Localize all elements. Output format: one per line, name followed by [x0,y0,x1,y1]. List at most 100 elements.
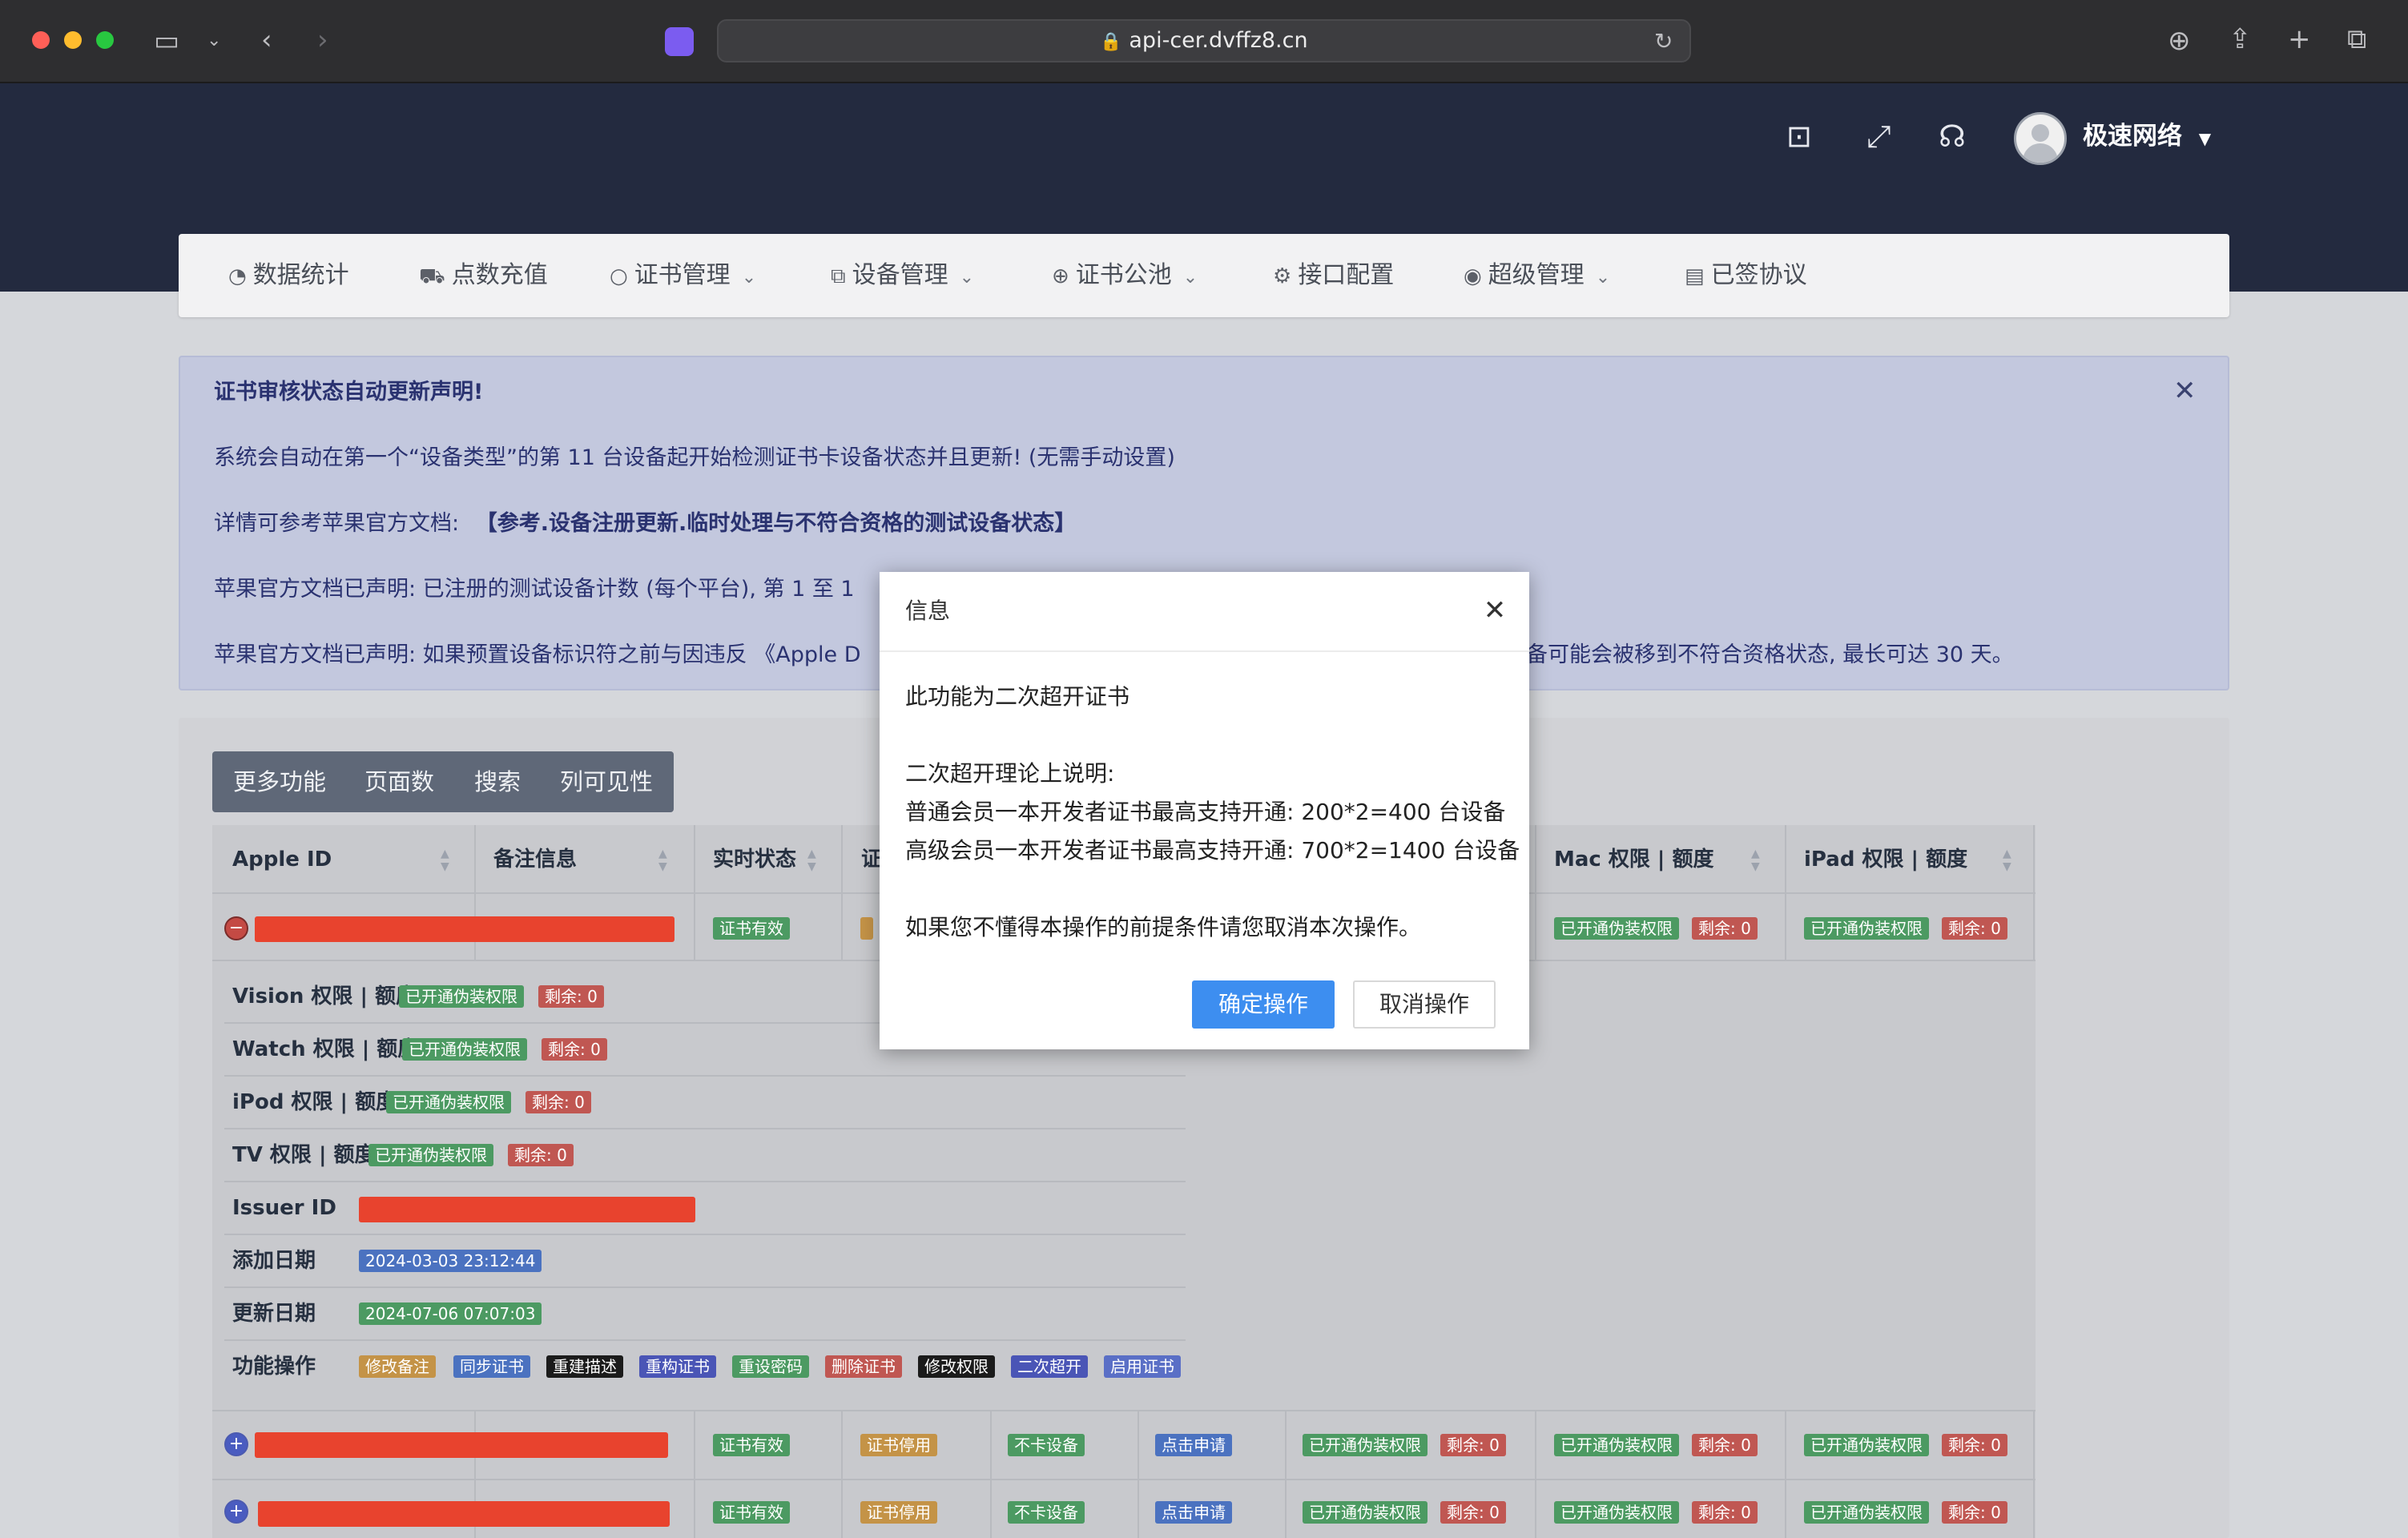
divider [2033,1411,2035,1538]
apply-button[interactable]: 点击申请 [1155,1434,1232,1456]
chevron-down-icon: ⌄ [959,268,975,288]
close-window-button[interactable] [32,31,50,49]
col-header-status[interactable]: 实时状态 [713,825,796,894]
col-header-apple-id[interactable]: Apple ID [232,825,332,894]
notice-doc-link[interactable]: 【参考.设备注册更新.临时处理与不符合资格的测试设备状态】 [476,511,1077,536]
nav-item-cert-manage[interactable]: ○ 证书管理 ⌄ [610,234,756,317]
nav-label: 设备管理 [852,261,948,289]
apply-button[interactable]: 点击申请 [1155,1501,1232,1524]
reset-password-button[interactable]: 重设密码 [732,1355,809,1378]
divider [224,1339,1186,1341]
collapse-row-button[interactable]: − [224,916,248,940]
back-icon[interactable]: ‹ [261,24,272,56]
perm-badge: 已开通伪装权限 [1804,1434,1929,1456]
avatar[interactable] [2014,112,2067,165]
col-header-mac[interactable]: Mac 权限 | 额度 [1554,825,1713,894]
detail-added-label: 添加日期 [232,1249,316,1273]
share-icon[interactable]: ⇪ [2229,23,2252,55]
new-tab-icon[interactable]: + [2288,23,2311,55]
cart-icon: ⛟ [419,264,445,288]
status-badge: 证书停用 [860,1434,937,1456]
device-badge: 不卡设备 [1008,1434,1085,1456]
second-overopen-button[interactable]: 二次超开 [1011,1355,1088,1378]
archive-icon[interactable]: ⊡ [1786,119,1812,154]
extension-icon[interactable] [665,27,694,56]
dialog-text: 此功能为二次超开证书 [905,683,1130,710]
perm-badge: 已开通伪装权限 [1303,1434,1427,1456]
status-badge: 证书停用 [860,1501,937,1524]
perm-badge: 已开通伪装权限 [1804,917,1929,940]
dialog-text: 高级会员一本开发者证书最高支持开通: 700*2=1400 台设备 [905,837,1520,864]
forward-icon[interactable]: › [317,24,328,56]
url-text: 🔒 api-cer.dvffz8.cn [719,21,1689,62]
col-header-ipad[interactable]: iPad 权限 | 额度 [1804,825,1967,894]
search-button[interactable]: 搜索 [474,751,521,812]
minimize-window-button[interactable] [64,31,82,49]
sort-icon[interactable]: ▲ ▼ [807,848,816,873]
copy-icon: ⧉ [831,264,846,288]
device-badge: 不卡设备 [1008,1501,1085,1524]
sort-icon[interactable]: ▲ ▼ [441,848,449,873]
notice-line: 苹果官方文档已声明: 如果预置设备标识符之前与因违反 《Apple D [214,642,861,667]
browser-toolbar: ▭ ⌄ ‹ › 🔒 api-cer.dvffz8.cn ↻ ⊕ ⇪ + ⧉ [0,0,2408,83]
rebuild-profile-button[interactable]: 重建描述 [546,1355,623,1378]
divider [224,1286,1186,1288]
sort-icon[interactable]: ▲ ▼ [658,848,667,873]
nav-item-super-admin[interactable]: ◉ 超级管理 ⌄ [1464,234,1610,317]
fullscreen-icon[interactable]: ⤢ [1866,119,1891,154]
nav-item-device-manage[interactable]: ⧉ 设备管理 ⌄ [831,234,974,317]
divider [224,1181,1186,1182]
confirm-button[interactable]: 确定操作 [1192,980,1335,1029]
reload-icon[interactable]: ↻ [1654,26,1673,58]
reconstruct-cert-button[interactable]: 重构证书 [639,1355,716,1378]
cancel-button[interactable]: 取消操作 [1353,980,1496,1029]
chevron-down-icon: ⌄ [1182,268,1198,288]
detail-tv-label: TV 权限 | 额度 [232,1143,376,1167]
edit-permission-button[interactable]: 修改权限 [918,1355,995,1378]
nav-item-stats[interactable]: ◔ 数据统计 [228,234,349,317]
more-functions-button[interactable]: 更多功能 [233,751,326,812]
download-icon[interactable]: ⊕ [2168,25,2191,57]
close-icon[interactable]: ✕ [1479,594,1511,626]
enable-cert-button[interactable]: 启用证书 [1104,1355,1181,1378]
clock-icon: ◔ [228,264,247,288]
divider [990,1411,992,1538]
delete-cert-button[interactable]: 删除证书 [825,1355,902,1378]
dialog-text: 二次超开理论上说明: [905,760,1115,787]
nav-item-recharge[interactable]: ⛟ 点数充值 [419,234,548,317]
headset-icon[interactable]: ☊ [1939,119,1966,154]
notice-line: 详情可参考苹果官方文档: 【参考.设备注册更新.临时处理与不符合资格的测试设备状… [214,508,1076,540]
nav-item-api-config[interactable]: ⚙ 接口配置 [1273,234,1394,317]
quota-badge: 剩余: 0 [1942,1434,2007,1456]
detail-actions-label: 功能操作 [232,1355,316,1379]
close-icon[interactable]: ✕ [2173,375,2197,407]
perm-badge: 已开通伪装权限 [368,1144,493,1166]
zoom-window-button[interactable] [96,31,114,49]
address-bar[interactable]: 🔒 api-cer.dvffz8.cn ↻ [717,19,1691,62]
sort-icon[interactable]: ▲ ▼ [1751,848,1760,873]
col-header-note[interactable]: 备注信息 [493,825,577,894]
sidebar-toggle-icon[interactable]: ▭ [154,25,179,57]
sort-icon[interactable]: ▲ ▼ [2003,848,2011,873]
nav-item-cert-pool[interactable]: ⊕ 证书公池 ⌄ [1052,234,1198,317]
notice-line: 系统会自动在第一个“设备类型”的第 11 台设备起开始检测证书卡设备状态并且更新… [214,445,1175,470]
page-size-button[interactable]: 页面数 [364,751,434,812]
perm-badge: 已开通伪装权限 [1554,1434,1679,1456]
chevron-down-icon[interactable]: ⌄ [207,25,221,57]
divider [841,825,843,961]
sync-cert-button[interactable]: 同步证书 [453,1355,530,1378]
divider [841,1411,843,1538]
expand-row-button[interactable]: + [224,1432,248,1456]
nav-item-agreements[interactable]: ▤ 已签协议 [1685,234,1807,317]
tab-overview-icon[interactable]: ⧉ [2347,23,2366,55]
user-menu[interactable]: 极速网络 ▼ [2083,119,2211,156]
expand-row-button[interactable]: + [224,1500,248,1524]
notice-title: 证书审核状态自动更新声明! [214,380,484,405]
perm-badge: 已开通伪装权限 [1554,1501,1679,1524]
column-visibility-button[interactable]: 列可见性 [560,751,653,812]
quota-badge: 剩余: 0 [538,985,604,1008]
edit-note-button[interactable]: 修改备注 [359,1355,436,1378]
divider [1785,825,1786,961]
status-badge [860,917,873,940]
notice-line: 备可能会被移到不符合资格状态, 最长可达 30 天。 [1526,642,2014,667]
